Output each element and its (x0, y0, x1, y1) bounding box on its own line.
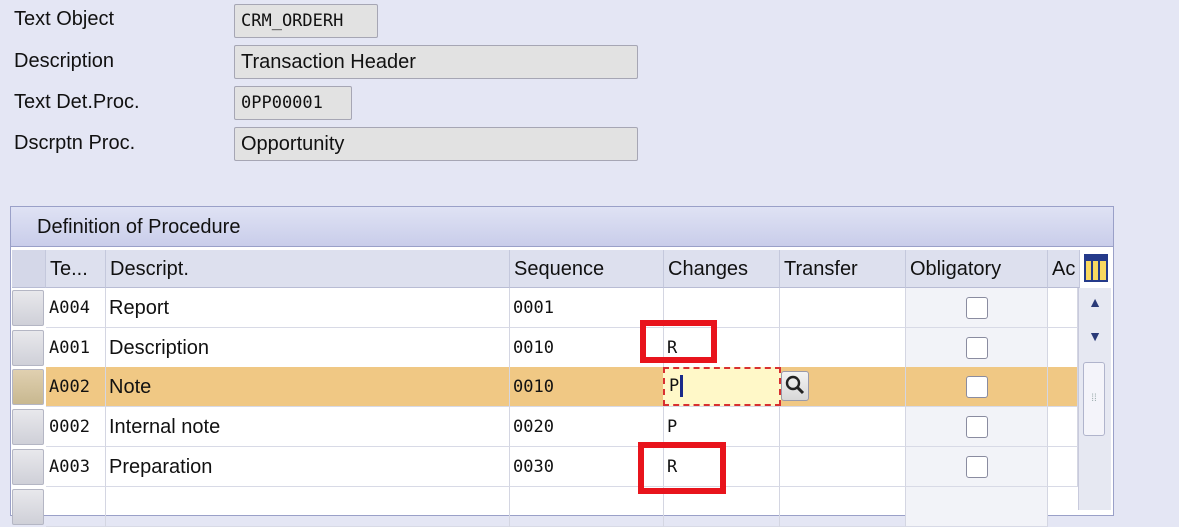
changes-edit-input[interactable]: P (663, 367, 781, 406)
cell-text-id: A001 (46, 328, 106, 368)
cell-obligatory (906, 487, 1048, 527)
cell-text-id: A003 (46, 447, 106, 487)
row-selector[interactable] (12, 489, 44, 525)
cell-transfer[interactable] (780, 447, 906, 487)
text-object-label: Text Object (14, 8, 115, 30)
row-selector[interactable] (12, 290, 44, 326)
cell-obligatory (906, 288, 1048, 328)
obligatory-checkbox[interactable] (966, 456, 988, 478)
panel-title: Definition of Procedure (11, 207, 1113, 247)
text-det-proc-label: Text Det.Proc. (14, 91, 140, 113)
cell-ac (1048, 328, 1078, 368)
cell-changes[interactable]: P (664, 407, 780, 447)
cell-text-id: A004 (46, 288, 106, 328)
column-header-transfer[interactable]: Transfer (780, 250, 906, 288)
cell-sequence[interactable]: 0010 (510, 367, 664, 407)
column-config-icon[interactable] (1084, 254, 1108, 282)
cell-description: Description (106, 328, 510, 368)
description-field[interactable]: Transaction Header (234, 45, 638, 79)
text-object-field[interactable]: CRM_ORDERH (234, 4, 378, 38)
dscrptn-proc-label: Dscrptn Proc. (14, 132, 136, 154)
scroll-down-icon[interactable]: ▼ (1079, 328, 1111, 344)
magnifier-icon (785, 375, 805, 395)
cell-transfer[interactable] (780, 487, 906, 527)
select-all-header[interactable] (12, 250, 46, 288)
cell-ac (1048, 447, 1078, 487)
cell-description: Report (106, 288, 510, 328)
highlight-box-changes-r (640, 320, 717, 363)
cell-obligatory (906, 447, 1048, 487)
text-det-proc-field[interactable]: 0PP00001 (234, 86, 352, 120)
cell-text-id: 0002 (46, 407, 106, 447)
column-header-sequence[interactable]: Sequence (510, 250, 664, 288)
vertical-scrollbar[interactable]: ▲ ▼ ⁞⁞ (1078, 288, 1111, 510)
scrollbar-thumb[interactable]: ⁞⁞ (1083, 362, 1105, 436)
row-selector[interactable] (12, 369, 44, 405)
cell-transfer[interactable] (780, 288, 906, 328)
obligatory-checkbox[interactable] (966, 416, 988, 438)
cell-ac (1048, 367, 1078, 407)
cell-description: Note (106, 367, 510, 407)
description-label: Description (14, 50, 115, 72)
cell-obligatory (906, 407, 1048, 447)
row-selector[interactable] (12, 409, 44, 445)
dscrptn-proc-field[interactable]: Opportunity (234, 127, 638, 161)
column-header-obligatory[interactable]: Obligatory (906, 250, 1048, 288)
value-help-button[interactable] (781, 371, 809, 401)
changes-edit-value: P (669, 376, 680, 396)
cell-text-id: A002 (46, 367, 106, 407)
column-header-ac[interactable]: Ac (1048, 250, 1080, 288)
cell-description: Preparation (106, 447, 510, 487)
cell-transfer[interactable] (780, 328, 906, 368)
row-selector[interactable] (12, 330, 44, 366)
cell-text-id (46, 487, 106, 527)
cell-obligatory (906, 328, 1048, 368)
row-selector[interactable] (12, 449, 44, 485)
cell-description (106, 487, 510, 527)
cell-transfer[interactable] (780, 407, 906, 447)
cell-ac (1048, 407, 1078, 447)
cell-obligatory (906, 367, 1048, 407)
column-header-text-type[interactable]: Te... (46, 250, 106, 288)
obligatory-checkbox[interactable] (966, 376, 988, 398)
cell-sequence[interactable]: 0020 (510, 407, 664, 447)
highlight-box-changes-r (638, 442, 726, 494)
column-header-changes[interactable]: Changes (664, 250, 780, 288)
column-header-description[interactable]: Descript. (106, 250, 510, 288)
cell-description: Internal note (106, 407, 510, 447)
cell-ac (1048, 288, 1078, 328)
obligatory-checkbox[interactable] (966, 297, 988, 319)
scroll-up-icon[interactable]: ▲ (1079, 294, 1111, 310)
text-cursor (680, 375, 684, 397)
obligatory-checkbox[interactable] (966, 337, 988, 359)
